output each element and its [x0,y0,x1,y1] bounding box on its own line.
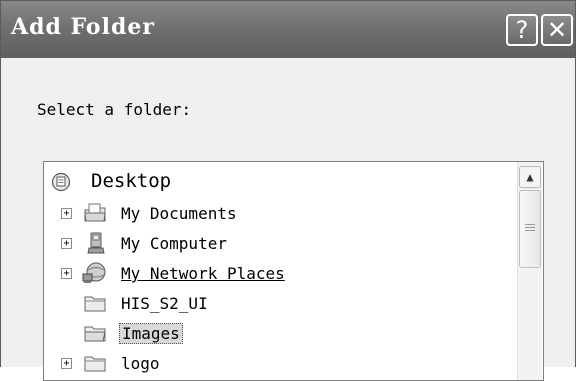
tree-item-label: My Network Places [121,264,285,283]
tree-item-his-s2-ui[interactable]: HIS_S2_UI [44,292,514,316]
folder-tree[interactable]: Desktop + My Documents + My Computer + M… [43,161,544,381]
tree-item-label: Desktop [91,170,172,192]
tree-item-label: logo [121,354,160,373]
scroll-up-button[interactable]: ▲ [519,166,541,188]
expand-icon[interactable]: + [61,268,72,279]
scroll-thumb[interactable] [519,190,541,268]
help-icon: ? [515,16,529,44]
folder-icon [84,294,106,316]
folder-icon [84,324,106,346]
tree-item-label: My Computer [121,234,227,253]
tree-item-my-documents[interactable]: + My Documents [44,202,514,226]
tree-item-my-computer[interactable]: + My Computer [44,232,514,256]
tree-item-label: Images [119,323,183,344]
tree-item-label: HIS_S2_UI [121,294,208,313]
tree-item-desktop[interactable]: Desktop [44,170,514,194]
desktop-icon [51,172,71,196]
expand-icon[interactable]: + [61,208,72,219]
my-computer-icon [87,232,105,258]
my-documents-icon [84,203,106,227]
folder-icon [84,354,106,376]
tree-item-logo[interactable]: + logo [44,352,514,376]
network-places-icon [82,261,108,289]
dialog-title: Add Folder [11,14,155,40]
tree-item-my-network-places[interactable]: + My Network Places [44,262,514,286]
expand-icon[interactable]: + [61,238,72,249]
tree-item-images[interactable]: Images [44,322,514,346]
close-button[interactable]: ✕ [541,14,573,46]
add-folder-dialog: Add Folder ? ✕ Select a folder: Desktop … [0,0,576,381]
help-button[interactable]: ? [506,14,538,46]
close-icon: ✕ [546,16,568,44]
vertical-scrollbar[interactable]: ▲ [517,162,542,380]
chevron-up-icon: ▲ [526,170,534,184]
expand-icon[interactable]: + [61,358,72,369]
select-folder-prompt: Select a folder: [37,100,192,119]
title-bar[interactable]: Add Folder ? ✕ [1,1,575,58]
tree-item-label: My Documents [121,204,237,223]
